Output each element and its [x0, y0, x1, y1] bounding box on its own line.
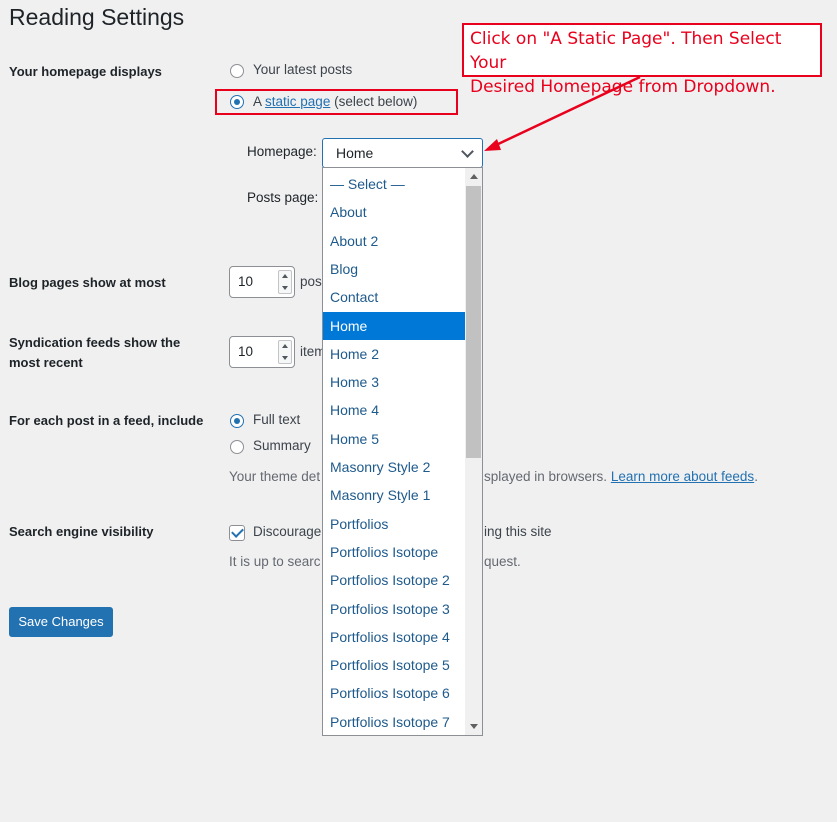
- annotation-arrow-icon: [484, 75, 641, 151]
